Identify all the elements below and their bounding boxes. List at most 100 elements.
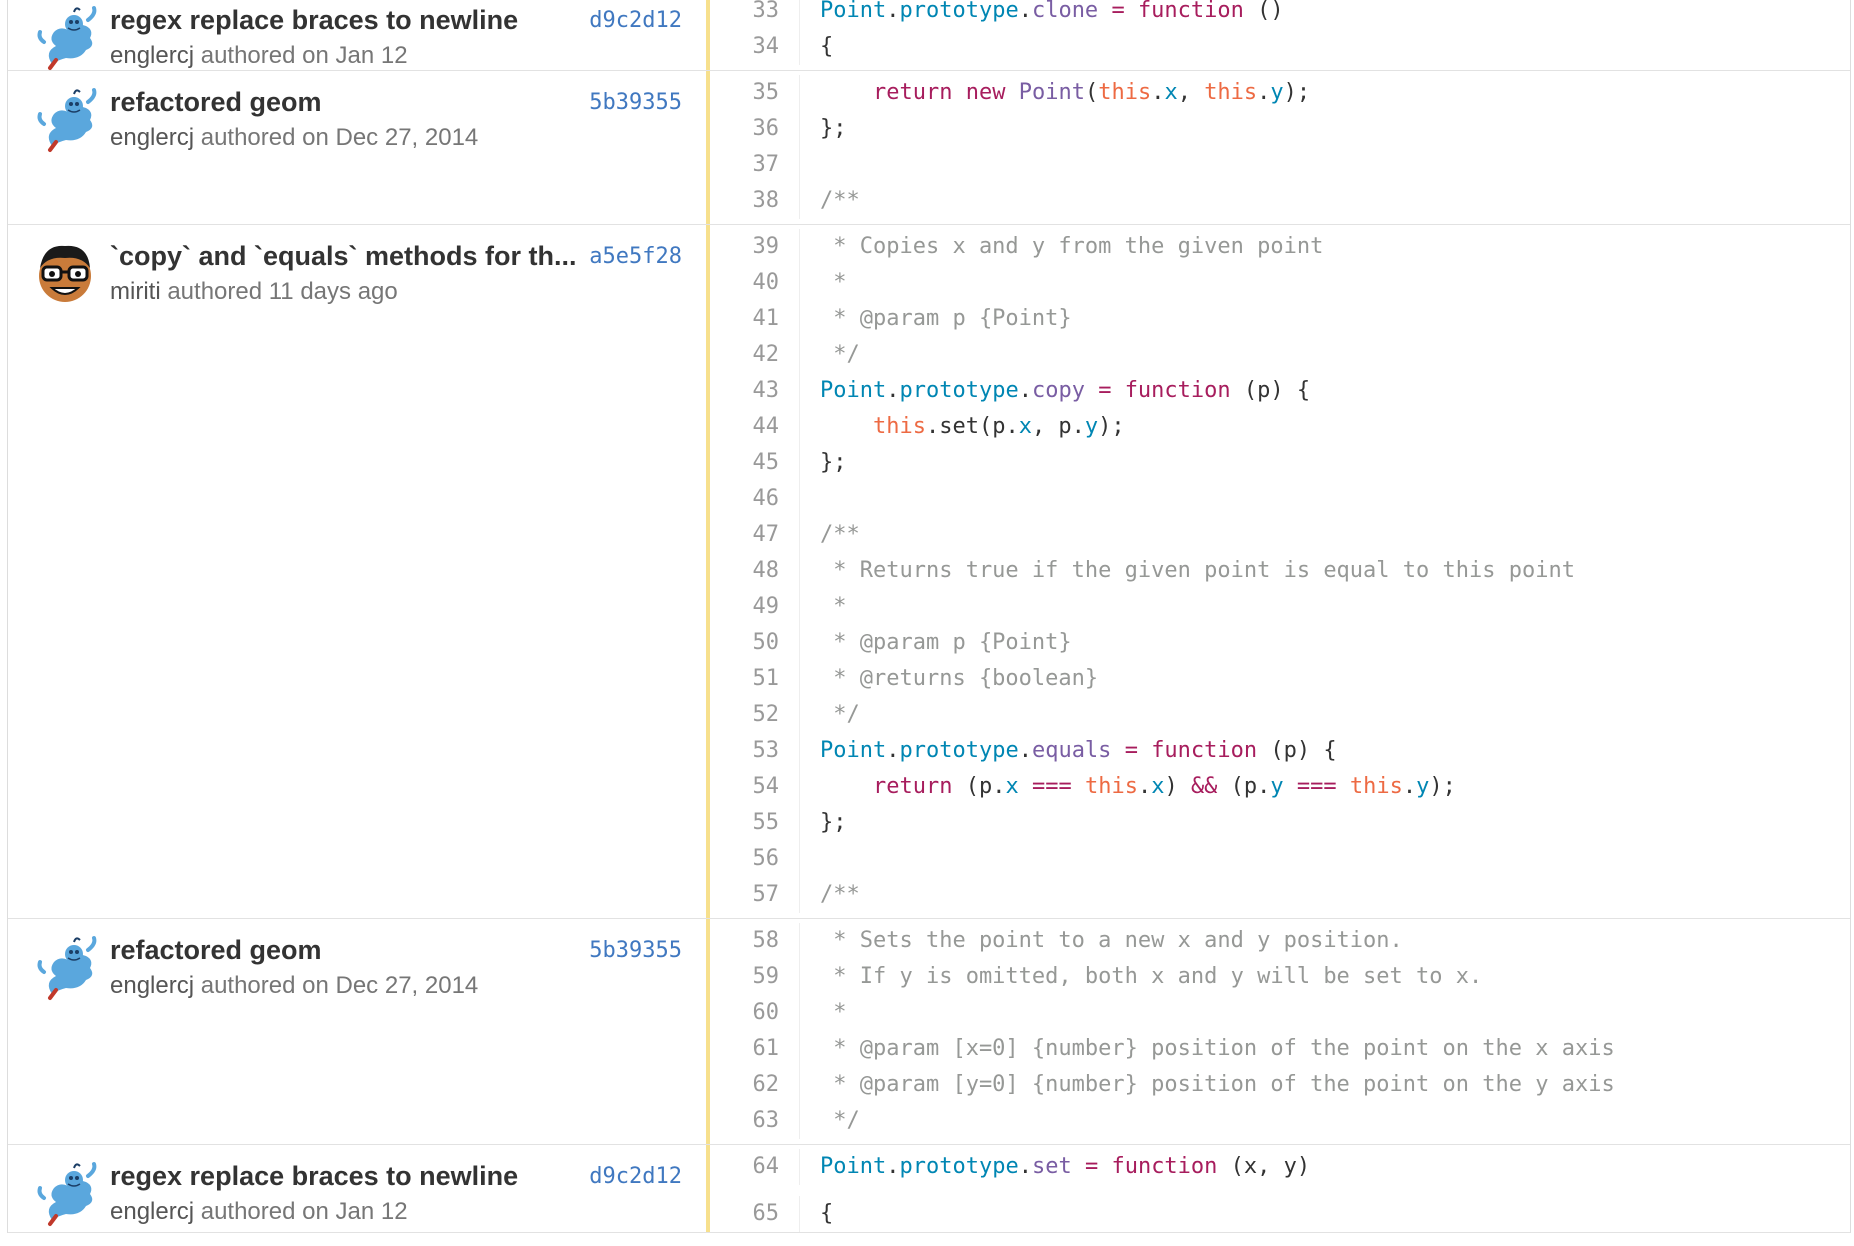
author-link[interactable]: miriti <box>110 278 161 305</box>
line-number[interactable]: 61 <box>710 1031 800 1067</box>
line-number[interactable]: 36 <box>710 111 800 147</box>
commit-message-link[interactable]: `copy` and `equals` methods for th... <box>110 238 580 274</box>
line-number[interactable]: 34 <box>710 29 800 65</box>
code-token: return <box>872 80 953 105</box>
code-line: 52 */ <box>710 697 1850 733</box>
code-text: Point.prototype.set = function (x, y) <box>800 1149 1310 1185</box>
code-token: * @param [y=0] {number} position of the … <box>820 1072 1615 1097</box>
code-token: .set(p. <box>925 414 1019 439</box>
line-number[interactable]: 40 <box>710 265 800 301</box>
code-line: 60 * <box>710 995 1850 1031</box>
glasses-face-avatar-icon[interactable] <box>30 238 100 308</box>
commit-message-link[interactable]: regex replace braces to newline <box>110 1158 580 1194</box>
author-link[interactable]: englercj <box>110 124 194 151</box>
line-number[interactable]: 42 <box>710 337 800 373</box>
code-line: 41 * @param p {Point} <box>710 301 1850 337</box>
code-token: this <box>1349 774 1403 799</box>
code-token: . <box>1257 80 1271 105</box>
code-line: 48 * Returns true if the given point is … <box>710 553 1850 589</box>
genie-avatar-icon[interactable] <box>30 932 100 1002</box>
code-lines: 33 Point.prototype.clone = function () 34{ <box>710 0 1850 70</box>
line-number[interactable]: 35 <box>710 75 800 111</box>
commit-sha-link[interactable]: d9c2d12 <box>589 2 682 40</box>
code-token: y <box>1270 774 1284 799</box>
line-number[interactable]: 54 <box>710 769 800 805</box>
commit-info: regex replace braces to newline d9c2d12 en… <box>8 0 710 70</box>
code-token: * <box>820 270 847 295</box>
line-number[interactable]: 53 <box>710 733 800 769</box>
line-number[interactable]: 41 <box>710 301 800 337</box>
line-number[interactable]: 43 <box>710 373 800 409</box>
commit-info: regex replace braces to newline d9c2d12 en… <box>8 1145 710 1232</box>
line-number[interactable]: 38 <box>710 183 800 219</box>
line-number[interactable]: 44 <box>710 409 800 445</box>
code-token: x <box>1005 774 1019 799</box>
code-text: * Sets the point to a new x and y positi… <box>800 923 1403 959</box>
commit-info: refactored geom 5b39355 englercj authored … <box>8 919 710 1144</box>
code-token: . <box>1018 1154 1032 1179</box>
code-lines: 64 Point.prototype.set = function (x, y) 6… <box>710 1145 1850 1232</box>
line-number[interactable]: 57 <box>710 877 800 913</box>
code-lines: 58 * Sets the point to a new x and y pos… <box>710 919 1850 1144</box>
line-number[interactable]: 33 <box>710 0 800 29</box>
genie-avatar-icon[interactable] <box>30 1158 100 1228</box>
code-token: * Copies x and y from the given point <box>820 234 1324 259</box>
line-number[interactable]: 47 <box>710 517 800 553</box>
commit-sha-link[interactable]: 5b39355 <box>589 84 682 122</box>
line-number[interactable]: 60 <box>710 995 800 1031</box>
commit-message-link[interactable]: refactored geom <box>110 932 580 968</box>
code-text: * <box>800 589 846 625</box>
commit-sha-link[interactable]: 5b39355 <box>589 932 682 970</box>
commit-sha-link[interactable]: a5e5f28 <box>589 238 682 276</box>
code-text: * @param p {Point} <box>800 301 1071 337</box>
code-token: function <box>1151 738 1258 763</box>
line-number[interactable]: 62 <box>710 1067 800 1103</box>
commit-message-link[interactable]: refactored geom <box>110 84 580 120</box>
line-number[interactable]: 51 <box>710 661 800 697</box>
code-token: return <box>872 774 953 799</box>
authored-date: authored on Dec 27, 2014 <box>200 124 479 151</box>
line-number[interactable]: 52 <box>710 697 800 733</box>
code-token: prototype <box>899 738 1019 763</box>
code-token: . <box>1018 0 1032 23</box>
code-token: . <box>886 0 900 23</box>
code-token: * @param [x=0] {number} position of the … <box>820 1036 1615 1061</box>
code-token: . <box>1018 378 1032 403</box>
code-token: x <box>1164 80 1178 105</box>
line-number[interactable]: 46 <box>710 481 800 517</box>
line-number[interactable]: 58 <box>710 923 800 959</box>
code-token: prototype <box>899 1154 1019 1179</box>
line-number[interactable]: 37 <box>710 147 800 183</box>
commit-author-line: englercj authored on Jan 12 <box>110 40 408 72</box>
line-number[interactable]: 49 <box>710 589 800 625</box>
code-line: 43 Point.prototype.copy = function (p) { <box>710 373 1850 409</box>
line-number[interactable]: 65 <box>710 1196 800 1232</box>
code-line: 55}; <box>710 805 1850 841</box>
genie-avatar-icon[interactable] <box>30 2 100 72</box>
line-number[interactable]: 48 <box>710 553 800 589</box>
line-number[interactable]: 56 <box>710 841 800 877</box>
author-link[interactable]: englercj <box>110 972 194 999</box>
code-token: */ <box>820 1108 860 1133</box>
line-number[interactable]: 59 <box>710 959 800 995</box>
genie-avatar-icon[interactable] <box>30 84 100 154</box>
code-line: 39 * Copies x and y from the given point <box>710 229 1850 265</box>
line-number[interactable]: 63 <box>710 1103 800 1139</box>
line-number[interactable]: 45 <box>710 445 800 481</box>
line-number[interactable]: 55 <box>710 805 800 841</box>
commit-message-link[interactable]: regex replace braces to newline <box>110 2 580 38</box>
line-number[interactable]: 39 <box>710 229 800 265</box>
author-link[interactable]: englercj <box>110 1198 194 1225</box>
author-link[interactable]: englercj <box>110 42 194 69</box>
line-number[interactable]: 50 <box>710 625 800 661</box>
code-text: this.set(p.x, p.y); <box>800 409 1125 445</box>
code-token: === <box>1296 774 1337 799</box>
code-token: * @returns {boolean} <box>820 666 1099 691</box>
commit-sha-link[interactable]: d9c2d12 <box>589 1158 682 1196</box>
line-number[interactable]: 64 <box>710 1149 800 1185</box>
code-token: Point <box>1018 80 1085 105</box>
